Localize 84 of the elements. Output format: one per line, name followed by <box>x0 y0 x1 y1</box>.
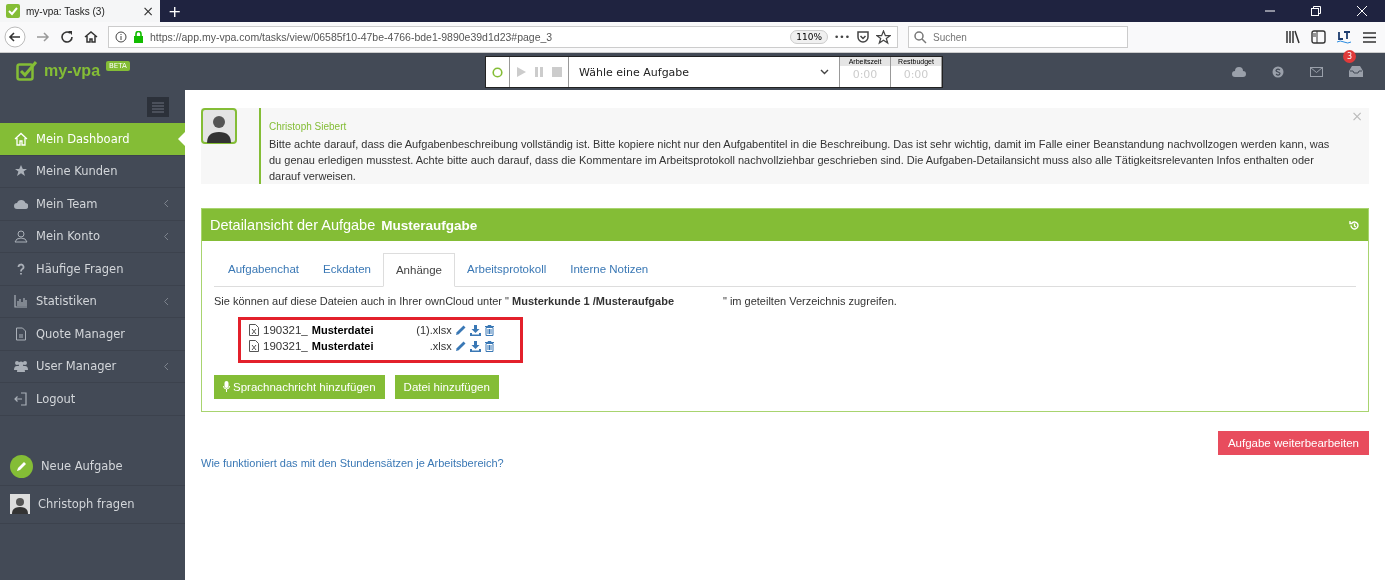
tab-title[interactable]: my-vpa: Tasks (3) <box>26 5 137 17</box>
back-icon[interactable] <box>4 26 26 48</box>
download-icon[interactable] <box>469 324 481 336</box>
new-task-item[interactable]: Neue Aufgabe <box>0 447 185 486</box>
tab[interactable]: Anhänge <box>382 253 455 287</box>
logo-icon <box>16 61 38 81</box>
tab[interactable]: Aufgabenchat <box>216 253 311 286</box>
lock-icon <box>133 31 144 43</box>
avatar-icon <box>10 494 30 514</box>
avatar-icon <box>201 108 237 144</box>
user-icon <box>14 229 28 244</box>
new-tab-button[interactable]: + <box>168 1 182 21</box>
restore-icon[interactable] <box>1311 6 1321 16</box>
edit-icon[interactable] <box>455 325 466 335</box>
chevron-down-icon <box>820 69 829 75</box>
info-text: Sie können auf diese Dateien auch in Ihrer ownCloud unter " Musterkunde 1 /Musteraufgabe " im geteilten Verzeichnis zugreifen. <box>214 295 898 307</box>
address-bar[interactable]: https://app.my-vpa.com/tasks/view/06585f10-47be-4766-bde1-9890e39d1d23#page_3 110% ••• <box>108 26 898 48</box>
logout-icon <box>14 391 28 406</box>
file-name: Musterdatei <box>311 324 375 336</box>
inbox-icon[interactable] <box>1349 66 1363 77</box>
sidebar-item[interactable]: Quote Manager <box>0 318 185 351</box>
edit-icon[interactable] <box>455 341 466 351</box>
chevron-left-icon <box>163 199 169 209</box>
sidebar-item[interactable]: Häufige Fragen <box>0 253 185 286</box>
info-icon <box>115 31 127 43</box>
library-icon[interactable] <box>1286 30 1301 44</box>
chart-icon <box>14 294 28 309</box>
search-icon <box>914 30 927 44</box>
forward-icon[interactable] <box>36 30 50 44</box>
home-icon[interactable] <box>84 30 98 44</box>
chevron-left-icon <box>163 231 169 241</box>
mail-icon[interactable] <box>1310 66 1323 77</box>
author-name: Christoph Siebert <box>269 121 347 132</box>
menu-icon[interactable] <box>1362 30 1377 44</box>
tab[interactable]: Interne Notizen <box>558 253 661 286</box>
trash-icon[interactable] <box>484 340 494 352</box>
favicon-icon <box>6 4 20 18</box>
sidebar-item[interactable]: Statistiken <box>0 285 185 318</box>
file-name-prefix: 190321_ <box>263 340 308 352</box>
home-icon <box>14 131 28 146</box>
users-icon <box>14 359 28 374</box>
task-name: Musteraufgabe <box>381 217 478 233</box>
help-link[interactable]: Wie funktioniert das mit den Stundensätzen je Arbeitsbereich? <box>201 457 1369 469</box>
sidebar-item[interactable]: User Manager <box>0 350 185 383</box>
excel-file-icon <box>249 324 259 336</box>
sidebar-item[interactable]: Mein Konto <box>0 220 185 253</box>
search-field[interactable]: Suchen <box>908 26 1128 48</box>
excel-file-icon <box>249 340 259 352</box>
url-text: https://app.my-vpa.com/tasks/view/06585f10-47be-4766-bde1-9890e39d1d23#page_3 <box>150 31 553 43</box>
microphone-icon <box>223 381 230 393</box>
tab[interactable]: Eckdaten <box>311 253 383 286</box>
reload-icon[interactable] <box>60 30 74 44</box>
cloud-icon[interactable] <box>1232 66 1246 77</box>
file-extension: .xlsx <box>428 340 452 352</box>
language-tool-icon[interactable] <box>1336 30 1352 44</box>
skype-icon[interactable] <box>1272 65 1284 78</box>
file-name-prefix: 190321_ <box>263 324 308 336</box>
doc-icon <box>14 326 28 341</box>
more-button[interactable]: ••• <box>834 32 850 42</box>
download-icon[interactable] <box>469 340 481 352</box>
sidebar-item[interactable]: Logout <box>0 383 185 416</box>
zoom-badge[interactable]: 110% <box>790 30 829 44</box>
continue-task-button[interactable]: Aufgabe weiterbearbeiten <box>1217 431 1369 455</box>
tab[interactable]: Arbeitsprotokoll <box>455 253 559 286</box>
notice-text: Bitte achte darauf, dass die Aufgabenbeschreibung vollständig ist. Bitte kopiere nicht nur den Aufgabentitel in die Beschreibung. Das ist sehr wichtig, damit im Falle einer Beanstandung nachvollzogen werden kann, was du genau erledigen musstest. Achte bitte auch darauf, dass die Kommentare im Arbeitsprotokoll nachvollziehbar geschrieben sind. Die Aufgaben-Detailansicht muss also alle Tätigkeitsrelevanten Infos enthalten oder darauf verweisen. <box>269 137 1331 184</box>
star-icon[interactable] <box>876 29 891 45</box>
panel-title: Detailansicht der Aufgabe <box>210 217 376 233</box>
active-pointer <box>178 132 185 146</box>
trash-icon[interactable] <box>484 324 494 336</box>
close-tab-button[interactable]: × <box>142 3 154 19</box>
sidebar-item[interactable]: Mein Team <box>0 188 185 221</box>
logo-text: my-vpa <box>44 62 101 80</box>
file-name: Musterdatei <box>311 340 375 352</box>
sidebar-icon[interactable] <box>1311 30 1326 44</box>
chevron-left-icon <box>163 296 169 306</box>
file-extension: (1).xlsx <box>415 324 452 336</box>
ask-item[interactable]: Christoph fragen <box>0 485 185 524</box>
chevron-left-icon <box>163 361 169 371</box>
sidebar-item[interactable]: Meine Kunden <box>0 155 185 188</box>
pencil-icon <box>10 454 33 478</box>
pocket-icon[interactable] <box>856 30 870 44</box>
menu-toggle-icon[interactable] <box>147 96 169 117</box>
star-icon <box>14 164 28 179</box>
close-icon[interactable] <box>1357 6 1367 16</box>
